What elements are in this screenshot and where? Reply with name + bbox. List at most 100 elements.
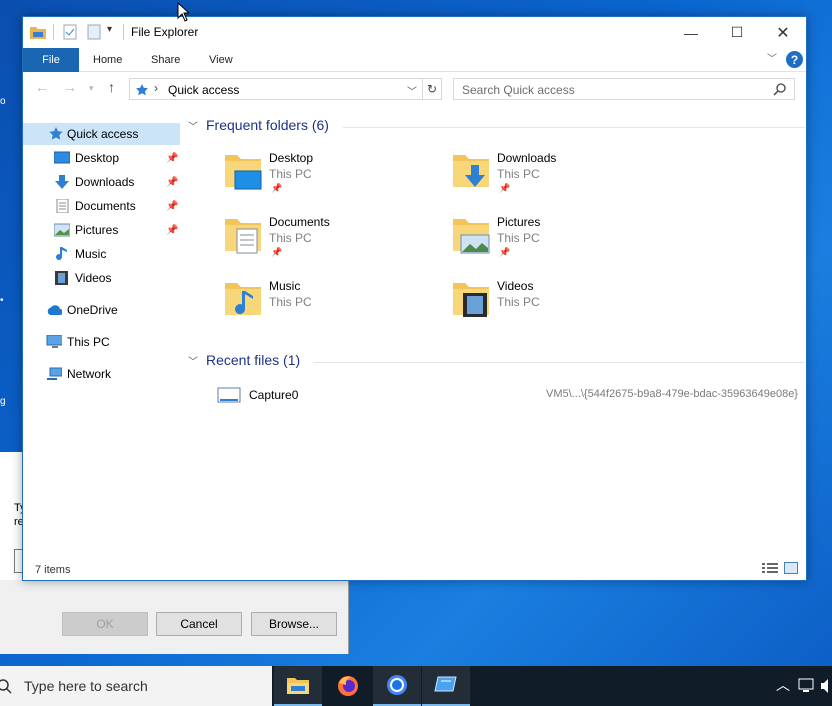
frequent-folders-header[interactable]: ﹀ Frequent folders (6) xyxy=(188,117,329,133)
help-icon[interactable]: ? xyxy=(786,51,803,68)
maximize-button[interactable]: ☐ xyxy=(714,17,760,48)
pin-icon: 📌 xyxy=(499,183,511,193)
nav-item-downloads[interactable]: Downloads 📌 xyxy=(23,171,180,193)
recent-file-row[interactable]: Capture0 VM5\...\{544f2675-b9a8-479e-bda… xyxy=(213,386,798,404)
nav-item-videos[interactable]: Videos xyxy=(23,267,180,289)
recent-files-header[interactable]: ﹀ Recent files (1) xyxy=(188,352,300,368)
taskbar: Type here to search ︿ xyxy=(0,666,832,706)
pin-icon: 📌 xyxy=(166,152,179,164)
nav-item-onedrive[interactable]: OneDrive xyxy=(23,299,180,321)
up-arrow-icon[interactable]: ↑ xyxy=(108,79,115,95)
nav-item-network[interactable]: Network xyxy=(23,363,180,385)
back-arrow-icon[interactable]: ← xyxy=(35,79,49,95)
large-icons-view-icon[interactable] xyxy=(784,562,798,574)
address-dropdown-chevron-icon[interactable]: ﹀ xyxy=(407,83,417,98)
section-divider xyxy=(313,362,805,363)
status-item-count: 7 items xyxy=(35,564,71,576)
pin-icon: 📌 xyxy=(499,247,511,257)
folder-tile-documents[interactable]: Documents This PC 📌 xyxy=(223,215,443,271)
document-icon xyxy=(56,199,69,213)
search-icon xyxy=(773,83,786,96)
refresh-icon[interactable]: ↻ xyxy=(422,78,442,100)
search-placeholder: Search Quick access xyxy=(462,83,575,97)
taskbar-firefox[interactable] xyxy=(324,666,372,706)
tab-share[interactable]: Share xyxy=(151,48,180,72)
nav-item-desktop[interactable]: Desktop 📌 xyxy=(23,147,180,169)
breadcrumb-chevron-icon[interactable]: › xyxy=(154,81,158,95)
pin-icon: 📌 xyxy=(166,200,179,212)
desktop-icon-label-fragment: • xyxy=(0,295,4,306)
nav-item-label: Desktop xyxy=(75,151,120,165)
pin-icon: 📌 xyxy=(166,224,179,236)
folder-location: This PC xyxy=(269,167,312,181)
nav-item-this-pc[interactable]: This PC xyxy=(23,331,180,353)
taskbar-file-explorer[interactable] xyxy=(274,666,322,706)
folder-tile-pictures[interactable]: Pictures This PC 📌 xyxy=(451,215,671,271)
expand-ribbon-chevron-icon[interactable]: ﹀ xyxy=(767,48,777,72)
nav-item-label: This PC xyxy=(67,335,110,349)
taskbar-search-placeholder: Type here to search xyxy=(24,678,148,694)
quick-access-star-icon xyxy=(136,84,148,96)
folder-location: This PC xyxy=(497,231,540,245)
chrome-icon xyxy=(387,675,407,695)
ok-button[interactable]: OK xyxy=(62,612,148,636)
customize-toolbar-chevron-icon[interactable]: ▾ xyxy=(107,24,112,40)
properties-icon[interactable] xyxy=(63,24,77,40)
videos-folder-icon xyxy=(453,283,489,317)
network-tray-icon[interactable] xyxy=(798,678,816,694)
title-bar[interactable]: ▾ File Explorer — ☐ ✕ xyxy=(23,17,806,48)
nav-item-label: Music xyxy=(75,247,107,261)
folder-name: Pictures xyxy=(497,215,541,229)
taskbar-search-box[interactable]: Type here to search xyxy=(0,666,272,706)
volume-tray-icon[interactable] xyxy=(820,678,832,694)
folder-location: This PC xyxy=(497,295,540,309)
desktop-icon-label-fragment: o xyxy=(0,96,6,107)
nav-item-label: Network xyxy=(67,367,112,381)
folder-tile-downloads[interactable]: Downloads This PC 📌 xyxy=(451,151,671,207)
firefox-icon xyxy=(338,676,358,696)
file-explorer-icon xyxy=(287,678,309,694)
show-hidden-icons-chevron-icon[interactable]: ︿ xyxy=(776,675,790,695)
download-arrow-icon xyxy=(55,175,69,189)
folder-tile-music[interactable]: Music This PC xyxy=(223,279,443,335)
nav-item-documents[interactable]: Documents 📌 xyxy=(23,195,180,217)
pin-icon: 📌 xyxy=(271,183,283,193)
forward-arrow-icon[interactable]: → xyxy=(63,79,77,95)
browse-button[interactable]: Browse... xyxy=(251,612,337,636)
nav-item-label: Videos xyxy=(75,271,112,285)
recent-locations-chevron-icon[interactable]: ▾ xyxy=(89,83,94,94)
nav-item-pictures[interactable]: Pictures 📌 xyxy=(23,219,180,241)
nav-item-music[interactable]: Music xyxy=(23,243,180,265)
nav-item-quick-access[interactable]: Quick access xyxy=(23,123,180,145)
picture-icon xyxy=(54,223,70,237)
collapse-chevron-icon[interactable]: ﹀ xyxy=(188,353,198,368)
collapse-chevron-icon[interactable]: ﹀ xyxy=(188,118,198,133)
pin-icon: 📌 xyxy=(166,176,179,188)
music-note-icon xyxy=(56,247,67,261)
desktop-folder-icon xyxy=(225,155,262,190)
close-button[interactable]: ✕ xyxy=(760,17,806,48)
computer-icon xyxy=(46,335,62,348)
tab-file[interactable]: File xyxy=(23,48,79,72)
tab-view[interactable]: View xyxy=(209,48,233,72)
folder-tile-videos[interactable]: Videos This PC xyxy=(451,279,671,335)
taskbar-remote-desktop[interactable] xyxy=(422,666,470,706)
navigation-pane: Quick access Desktop 📌 Downloads 📌 Docum… xyxy=(23,117,180,547)
tab-home[interactable]: Home xyxy=(93,48,122,72)
search-icon xyxy=(0,679,12,694)
cancel-button[interactable]: Cancel xyxy=(156,612,242,636)
address-bar[interactable]: › Quick access ﹀ ↻ xyxy=(129,78,442,100)
pin-icon: 📌 xyxy=(271,247,283,257)
new-folder-icon[interactable] xyxy=(87,24,101,40)
folder-name: Downloads xyxy=(497,151,557,165)
image-file-icon xyxy=(217,387,241,403)
address-path: Quick access xyxy=(168,83,240,97)
navigation-bar: ← → ▾ ↑ › Quick access ﹀ ↻ Search Quick … xyxy=(23,74,806,104)
search-box[interactable]: Search Quick access xyxy=(453,78,795,100)
network-icon xyxy=(47,367,62,380)
minimize-button[interactable]: — xyxy=(668,17,714,48)
taskbar-chrome[interactable] xyxy=(373,666,421,706)
downloads-folder-icon xyxy=(453,155,489,187)
folder-tile-desktop[interactable]: Desktop This PC 📌 xyxy=(223,151,443,207)
details-view-icon[interactable] xyxy=(762,562,778,574)
